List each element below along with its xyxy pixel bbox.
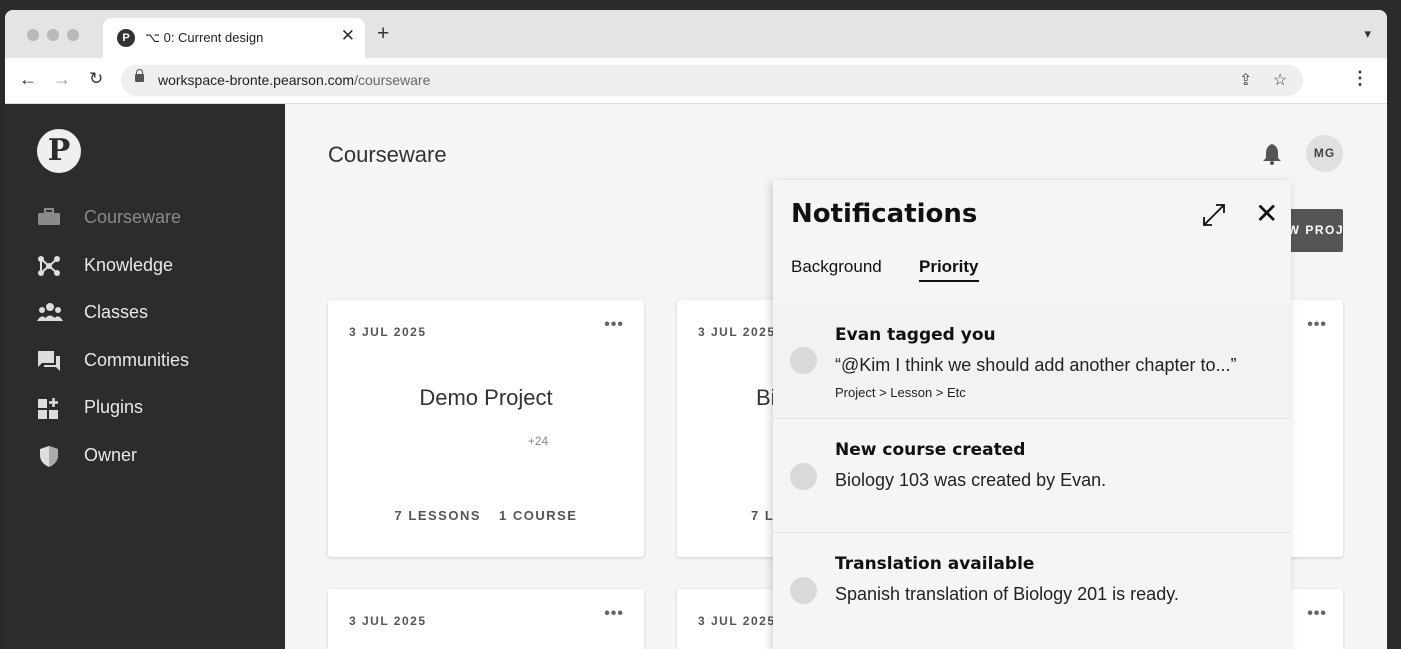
card-date: 3 JUL 2025 xyxy=(349,614,427,628)
sidebar-item-label: Communities xyxy=(84,350,190,370)
notification-breadcrumb: Project > Lesson > Etc xyxy=(835,385,966,400)
card-stats: 7 LESSONS 1 COURSE xyxy=(328,508,644,523)
notification-heading: Evan tagged you xyxy=(835,325,996,345)
sidebar-item-label: Courseware xyxy=(84,207,182,227)
close-window-button[interactable] xyxy=(27,29,39,41)
more-options-icon[interactable]: ••• xyxy=(604,316,624,334)
pearson-favicon-icon: P xyxy=(117,29,135,47)
project-card[interactable]: 3 JUL 2025 ••• xyxy=(328,589,644,649)
unread-indicator xyxy=(790,347,817,374)
course-count: 1 COURSE xyxy=(499,508,578,523)
forward-arrow-icon[interactable]: → xyxy=(53,69,71,89)
more-options-icon[interactable]: ••• xyxy=(1307,316,1327,334)
url-text[interactable]: workspace-bronte.pearson.com/courseware xyxy=(158,72,430,88)
tab-priority[interactable]: Priority xyxy=(919,257,979,282)
notification-body: Biology 103 was created by Evan. xyxy=(835,470,1107,490)
card-date: 3 JUL 2025 xyxy=(698,614,776,628)
notification-item[interactable]: New course created Biology 103 was creat… xyxy=(773,418,1291,532)
shield-icon xyxy=(37,445,61,467)
pearson-logo[interactable]: P xyxy=(37,129,81,173)
browser-window: P ⌥ 0: Current design ✕ + ▾ ← → ↻ worksp… xyxy=(5,10,1387,649)
notification-item[interactable]: Evan tagged you “@Kim I think we should … xyxy=(773,304,1291,418)
chat-icon xyxy=(37,350,61,371)
sidebar-item-label: Knowledge xyxy=(84,255,174,275)
lock-icon xyxy=(135,69,144,82)
card-title: Demo Project xyxy=(419,385,553,410)
sidebar-item-owner[interactable]: Owner xyxy=(37,440,277,470)
briefcase-icon xyxy=(37,207,61,227)
browser-tab[interactable]: P ⌥ 0: Current design ✕ xyxy=(103,18,365,58)
unread-indicator xyxy=(790,577,817,604)
close-icon[interactable]: ✕ xyxy=(1255,200,1278,228)
notification-heading: Translation available xyxy=(835,554,1035,574)
sidebar-item-classes[interactable]: Classes xyxy=(37,297,277,327)
more-options-icon[interactable]: ••• xyxy=(604,605,624,623)
close-tab-icon[interactable]: ✕ xyxy=(341,26,355,46)
sidebar-item-plugins[interactable]: Plugins xyxy=(37,392,277,422)
project-card[interactable]: ••• xyxy=(1285,300,1343,557)
tab-bar: P ⌥ 0: Current design ✕ + ▾ xyxy=(5,10,1387,58)
chevron-down-icon[interactable]: ▾ xyxy=(1364,26,1371,42)
notification-heading: New course created xyxy=(835,440,1026,460)
network-icon xyxy=(37,255,61,276)
page-title: Courseware xyxy=(328,142,447,167)
browser-menu-icon[interactable]: ⋮ xyxy=(1351,68,1369,89)
notifications-title: Notifications xyxy=(791,199,978,229)
sidebar: P Courseware Knowledge Classes Communiti… xyxy=(5,104,285,649)
sidebar-item-label: Classes xyxy=(84,302,149,322)
notification-item[interactable]: Translation available Spanish translatio… xyxy=(773,532,1291,646)
lesson-count: 7 L xyxy=(751,508,775,523)
card-date: 3 JUL 2025 xyxy=(698,325,776,339)
unread-indicator xyxy=(790,463,817,490)
star-icon[interactable]: ☆ xyxy=(1273,70,1287,90)
sidebar-item-courseware[interactable]: Courseware xyxy=(37,202,277,232)
address-bar[interactable]: workspace-bronte.pearson.com/courseware … xyxy=(121,65,1303,96)
people-icon xyxy=(37,302,63,322)
back-arrow-icon[interactable]: ← xyxy=(19,69,37,89)
card-stats: 7 L xyxy=(751,508,774,523)
share-icon[interactable]: ⇪ xyxy=(1239,70,1252,90)
browser-toolbar: ← → ↻ workspace-bronte.pearson.com/cours… xyxy=(5,58,1387,104)
sidebar-item-knowledge[interactable]: Knowledge xyxy=(37,250,277,280)
collaborator-count: +24 xyxy=(527,434,549,448)
new-tab-button[interactable]: + xyxy=(377,23,389,44)
bell-icon[interactable] xyxy=(1262,143,1282,165)
notification-body: Spanish translation of Biology 201 is re… xyxy=(835,584,1179,604)
maximize-window-button[interactable] xyxy=(67,29,79,41)
card-date: 3 JUL 2025 xyxy=(349,325,427,339)
notifications-panel: Notifications ✕ Background Priority Evan… xyxy=(773,180,1291,649)
lesson-count: 7 LESSONS xyxy=(394,508,481,523)
project-card[interactable]: 3 JUL 2025 ••• Demo Project +24 7 LESSON… xyxy=(328,300,644,557)
reload-icon[interactable]: ↻ xyxy=(89,69,103,89)
project-card[interactable]: ••• xyxy=(1285,589,1343,649)
expand-icon[interactable] xyxy=(1201,202,1227,228)
tab-background[interactable]: Background xyxy=(791,257,882,277)
more-options-icon[interactable]: ••• xyxy=(1307,605,1327,623)
sidebar-item-communities[interactable]: Communities xyxy=(37,345,277,375)
avatar[interactable]: MG xyxy=(1306,135,1343,172)
sidebar-item-label: Owner xyxy=(84,445,138,465)
minimize-window-button[interactable] xyxy=(47,29,59,41)
sidebar-item-label: Plugins xyxy=(84,397,144,417)
notification-body: “@Kim I think we should add another chap… xyxy=(835,355,1237,375)
plugin-icon xyxy=(37,397,61,419)
tab-title: ⌥ 0: Current design xyxy=(145,30,264,45)
